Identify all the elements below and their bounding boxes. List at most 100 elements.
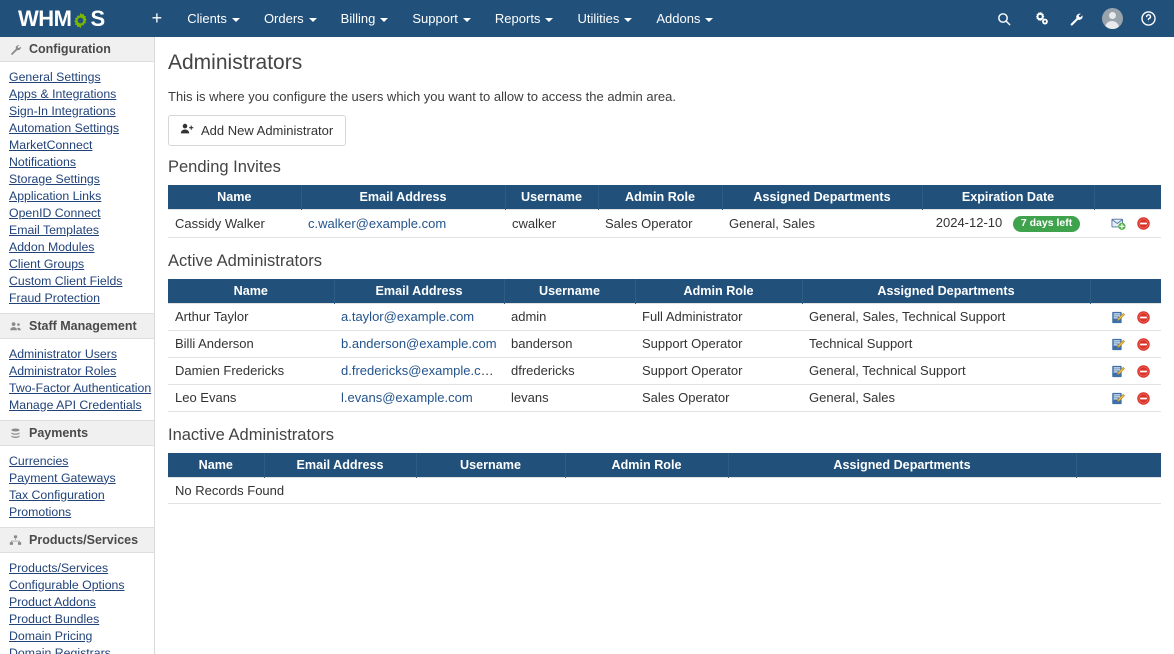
edit-icon[interactable] (1111, 364, 1126, 379)
sidebar-section-products-services[interactable]: Products/Services (0, 527, 154, 553)
column-header-assigned-departments[interactable]: Assigned Departments (802, 278, 1091, 304)
avatar-icon[interactable] (1096, 3, 1128, 35)
sidebar-section-payments[interactable]: Payments (0, 420, 154, 446)
column-header-admin-role[interactable]: Admin Role (635, 278, 803, 304)
sidebar-item-two-factor-authentication[interactable]: Two-Factor Authentication (0, 379, 154, 396)
cell-actions (1090, 330, 1161, 358)
wrench-icon[interactable] (1060, 3, 1092, 35)
column-header-name[interactable]: Name (168, 452, 265, 478)
edit-icon[interactable] (1111, 391, 1126, 406)
nav-item-reports[interactable]: Reports (483, 3, 566, 34)
nav-item-clients[interactable]: Clients (175, 3, 252, 34)
column-header-email[interactable]: Email Address (264, 452, 417, 478)
sidebar-section-staff-management[interactable]: Staff Management (0, 313, 154, 339)
sidebar-item-administrator-roles[interactable]: Administrator Roles (0, 362, 154, 379)
column-header-email[interactable]: Email Address (334, 278, 505, 304)
sidebar-links-staff-management: Administrator Users Administrator Roles … (0, 339, 154, 420)
column-header-assigned-departments[interactable]: Assigned Departments (722, 185, 923, 210)
email-link[interactable]: l.evans@example.com (341, 390, 473, 405)
cell-admin-role: Support Operator (635, 357, 802, 385)
chevron-down-icon (462, 17, 471, 22)
delete-icon[interactable] (1136, 310, 1151, 325)
table-header-row: Name Email Address Username Admin Role A… (168, 185, 1161, 210)
delete-icon[interactable] (1136, 364, 1151, 379)
sidebar-item-currencies[interactable]: Currencies (0, 452, 154, 469)
sidebar-item-domain-registrars[interactable]: Domain Registrars (0, 644, 154, 654)
sidebar-item-payment-gateways[interactable]: Payment Gateways (0, 469, 154, 486)
delete-icon[interactable] (1136, 216, 1151, 231)
wrench-icon (9, 43, 22, 56)
column-header-admin-role[interactable]: Admin Role (598, 185, 723, 210)
sidebar-item-fraud-protection[interactable]: Fraud Protection (0, 289, 154, 306)
nav-item-utilities[interactable]: Utilities (565, 3, 644, 34)
email-link[interactable]: c.walker@example.com (308, 216, 446, 231)
sidebar-item-application-links[interactable]: Application Links (0, 187, 154, 204)
sidebar-item-storage-settings[interactable]: Storage Settings (0, 170, 154, 187)
column-header-email[interactable]: Email Address (301, 185, 506, 210)
sidebar-item-notifications[interactable]: Notifications (0, 153, 154, 170)
nav-item-addons[interactable]: Addons (644, 3, 725, 34)
nav-item-support[interactable]: Support (400, 3, 483, 34)
sidebar-item-domain-pricing[interactable]: Domain Pricing (0, 627, 154, 644)
cell-actions (1090, 384, 1161, 412)
column-header-username[interactable]: Username (505, 185, 599, 210)
search-icon[interactable] (988, 3, 1020, 35)
sidebar-item-email-templates[interactable]: Email Templates (0, 221, 154, 238)
edit-icon[interactable] (1111, 310, 1126, 325)
column-header-admin-role[interactable]: Admin Role (565, 452, 729, 478)
main-content: Administrators This is where you configu… (155, 37, 1174, 654)
resend-invite-icon[interactable] (1111, 216, 1126, 231)
table-row: Leo Evans l.evans@example.com levans Sal… (168, 384, 1161, 412)
sidebar-item-sign-in-integrations[interactable]: Sign-In Integrations (0, 102, 154, 119)
email-link[interactable]: b.anderson@example.com (341, 336, 497, 351)
help-circle-icon[interactable] (1132, 3, 1164, 35)
sidebar-section-configuration[interactable]: Configuration (0, 37, 154, 62)
sidebar-item-client-groups[interactable]: Client Groups (0, 255, 154, 272)
sidebar-item-apps-integrations[interactable]: Apps & Integrations (0, 85, 154, 102)
brand-text-right: S (90, 5, 105, 31)
nav-item-billing[interactable]: Billing (329, 3, 401, 34)
edit-icon[interactable] (1111, 337, 1126, 352)
column-header-expiration-date[interactable]: Expiration Date (922, 185, 1095, 210)
column-header-username[interactable]: Username (416, 452, 566, 478)
sidebar-item-manage-api-credentials[interactable]: Manage API Credentials (0, 396, 154, 413)
sidebar-item-custom-client-fields[interactable]: Custom Client Fields (0, 272, 154, 289)
sidebar-item-promotions[interactable]: Promotions (0, 503, 154, 520)
cell-admin-role: Sales Operator (598, 209, 722, 238)
chevron-down-icon (705, 17, 714, 22)
sliders-gears-icon[interactable] (1024, 3, 1056, 35)
sidebar-item-product-addons[interactable]: Product Addons (0, 593, 154, 610)
sidebar-item-product-bundles[interactable]: Product Bundles (0, 610, 154, 627)
sidebar-item-addon-modules[interactable]: Addon Modules (0, 238, 154, 255)
cell-assigned-departments: General, Sales (802, 384, 1090, 412)
active-administrators-body: Arthur Taylor a.taylor@example.com admin… (168, 302, 1161, 412)
column-header-name[interactable]: Name (168, 278, 335, 304)
sidebar-item-automation-settings[interactable]: Automation Settings (0, 119, 154, 136)
column-header-name[interactable]: Name (168, 185, 302, 210)
email-link[interactable]: a.taylor@example.com (341, 309, 474, 324)
sidebar-item-marketconnect[interactable]: MarketConnect (0, 136, 154, 153)
sidebar-item-general-settings[interactable]: General Settings (0, 68, 154, 85)
column-header-username[interactable]: Username (504, 278, 636, 304)
nav-item-orders[interactable]: Orders (252, 3, 329, 34)
cell-admin-role: Sales Operator (635, 384, 802, 412)
whmcs-logo[interactable]: WHM S (18, 6, 105, 32)
quick-add-button[interactable]: + (139, 6, 176, 31)
cell-name: Billi Anderson (168, 330, 334, 358)
cell-admin-role: Support Operator (635, 330, 802, 358)
table-header-row: Name Email Address Username Admin Role A… (168, 278, 1161, 304)
delete-icon[interactable] (1136, 337, 1151, 352)
sidebar-item-configurable-options[interactable]: Configurable Options (0, 576, 154, 593)
sidebar-item-products-services[interactable]: Products/Services (0, 559, 154, 576)
delete-icon[interactable] (1136, 391, 1151, 406)
chevron-down-icon (545, 17, 554, 22)
sidebar-section-label: Configuration (29, 42, 111, 56)
email-link[interactable]: d.fredericks@example.com (341, 363, 499, 378)
sidebar-item-administrator-users[interactable]: Administrator Users (0, 345, 154, 362)
column-header-assigned-departments[interactable]: Assigned Departments (728, 452, 1077, 478)
nav-label: Reports (494, 11, 541, 26)
sidebar-item-openid-connect[interactable]: OpenID Connect (0, 204, 154, 221)
add-new-administrator-button[interactable]: Add New Administrator (168, 115, 347, 146)
sidebar-item-tax-configuration[interactable]: Tax Configuration (0, 486, 154, 503)
sidebar: Configuration General Settings Apps & In… (0, 37, 155, 654)
